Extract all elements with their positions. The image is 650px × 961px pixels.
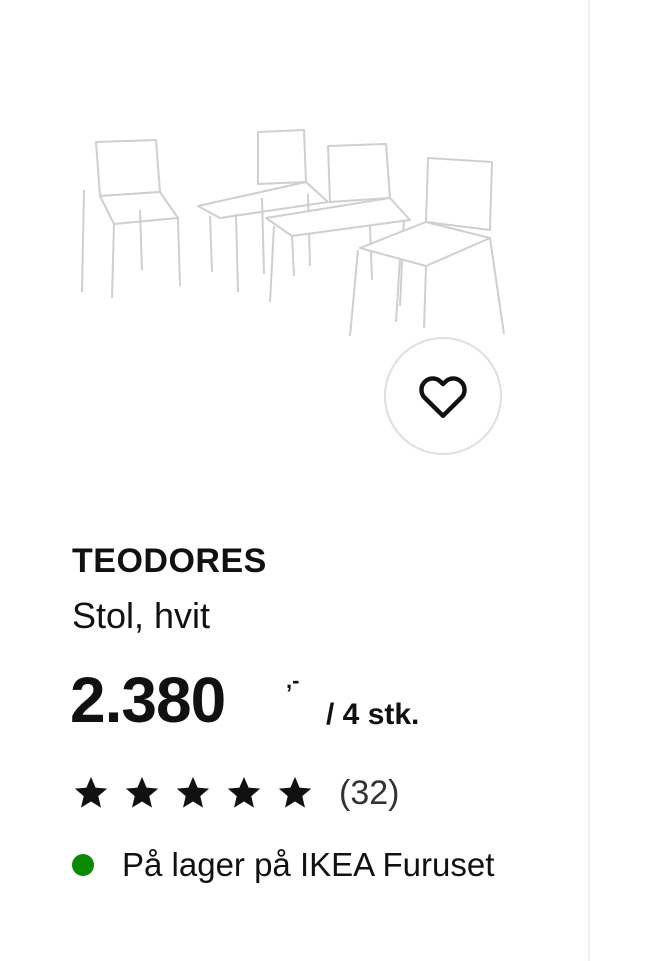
star-icon <box>72 774 110 812</box>
star-icon <box>123 774 161 812</box>
product-description: Stol, hvit <box>72 595 211 636</box>
star-icon <box>174 774 212 812</box>
star-icon <box>276 774 314 812</box>
price-integer: 2.380 <box>70 664 226 736</box>
rating[interactable]: (32) <box>72 767 399 819</box>
star-icon <box>225 774 263 812</box>
rating-count: (32) <box>339 773 400 812</box>
price-decimal: ,- <box>286 668 300 693</box>
stock-text: På lager på IKEA Furuset <box>122 846 495 883</box>
heart-outline-icon <box>419 376 467 419</box>
page-divider <box>588 0 590 961</box>
price-unit: / 4 stk. <box>326 698 420 731</box>
product-name[interactable]: TEODORES <box>72 542 267 581</box>
in-stock-dot-icon <box>72 854 94 876</box>
product-image[interactable] <box>60 110 530 350</box>
stock-status: På lager på IKEA Furuset <box>72 842 494 888</box>
favourite-button[interactable] <box>384 337 502 455</box>
